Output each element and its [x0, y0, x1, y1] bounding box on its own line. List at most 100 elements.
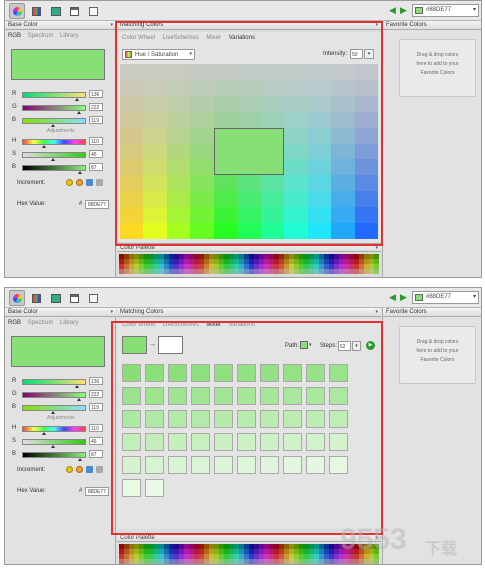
increment-large-button[interactable] [76, 466, 83, 473]
slider-knob[interactable] [75, 385, 79, 388]
slider-knob[interactable] [78, 171, 82, 174]
variation-swatch[interactable] [166, 191, 191, 208]
mixer-swatch[interactable] [145, 387, 164, 405]
mixer-swatch[interactable] [122, 433, 141, 451]
color-palette-strip[interactable] [119, 254, 380, 275]
variation-swatch[interactable] [190, 79, 215, 97]
slider-value[interactable]: 119 [89, 403, 103, 411]
variation-swatch[interactable] [213, 79, 238, 97]
mixer-swatch[interactable] [283, 387, 302, 405]
variation-swatch[interactable] [237, 111, 262, 129]
mixer-swatch[interactable] [191, 410, 210, 428]
variation-swatch[interactable] [120, 64, 144, 81]
mixer-swatch[interactable] [214, 433, 233, 451]
mixer-swatch[interactable] [237, 433, 256, 451]
variation-swatch[interactable] [260, 175, 285, 192]
variation-swatch[interactable] [143, 175, 168, 192]
mixer-swatch[interactable] [260, 456, 279, 474]
mixer-swatch[interactable] [283, 364, 302, 382]
variation-swatch[interactable] [260, 111, 285, 129]
slider-br[interactable]: B 87 [7, 450, 112, 461]
variation-swatch[interactable] [166, 127, 191, 145]
variation-swatch[interactable] [120, 111, 144, 129]
chevron-down-icon[interactable]: ▾ [110, 22, 113, 28]
slider-value[interactable]: 110 [89, 424, 103, 432]
variation-swatch[interactable] [120, 175, 144, 192]
variation-swatch[interactable] [260, 223, 285, 240]
variation-swatch[interactable] [190, 95, 215, 113]
variation-swatch[interactable] [120, 159, 144, 176]
mixer-swatch[interactable] [283, 433, 302, 451]
slider-value[interactable]: 222 [89, 390, 103, 398]
mixer-swatch[interactable] [237, 456, 256, 474]
variation-swatch[interactable] [284, 143, 309, 160]
variation-swatch[interactable] [143, 207, 168, 224]
variation-swatch[interactable] [331, 64, 356, 81]
slider-knob[interactable] [77, 398, 81, 401]
favorites-drop-zone[interactable]: Drag & drop colors here to add to your F… [399, 39, 476, 97]
mixer-swatch[interactable] [329, 364, 348, 382]
window-tool-button[interactable] [66, 290, 82, 306]
variation-swatch[interactable] [307, 111, 332, 129]
palette-swatch[interactable] [374, 269, 380, 275]
selected-variation[interactable] [213, 127, 285, 176]
variation-swatch[interactable] [213, 95, 238, 113]
slider-knob[interactable] [78, 458, 82, 461]
mixer-swatch[interactable] [260, 410, 279, 428]
variation-swatch[interactable] [237, 191, 262, 208]
mixer-swatch[interactable] [214, 410, 233, 428]
variation-swatch[interactable] [284, 159, 309, 176]
variation-swatch[interactable] [166, 79, 191, 97]
variation-swatch[interactable] [331, 95, 356, 113]
variation-swatch[interactable] [143, 111, 168, 129]
slider-knob[interactable] [42, 145, 46, 148]
variation-swatch[interactable] [213, 223, 238, 240]
variation-swatch[interactable] [190, 207, 215, 224]
variation-swatch[interactable] [143, 64, 168, 81]
variation-swatch[interactable] [120, 127, 144, 145]
variation-swatch[interactable] [260, 191, 285, 208]
slider-s[interactable]: S 46 [7, 150, 112, 161]
tab-rgb[interactable]: RGB [8, 33, 21, 39]
mixer-swatch[interactable] [237, 387, 256, 405]
arrow-up-icon[interactable] [86, 179, 93, 186]
mixer-swatch[interactable] [168, 387, 187, 405]
variation-swatch[interactable] [284, 207, 309, 224]
mixer-swatch[interactable] [260, 387, 279, 405]
slider-value[interactable]: 119 [89, 116, 103, 124]
slider-track[interactable] [22, 139, 86, 145]
tab-rgb[interactable]: RGB [8, 320, 21, 326]
variation-swatch[interactable] [307, 191, 332, 208]
variation-swatch[interactable] [284, 223, 309, 240]
variation-swatch[interactable] [166, 111, 191, 129]
mixer-swatch[interactable] [122, 387, 141, 405]
mixer-swatch[interactable] [145, 410, 164, 428]
tab-variations[interactable]: Variations [229, 322, 255, 328]
variation-swatch[interactable] [190, 223, 215, 240]
mixer-swatch[interactable] [191, 456, 210, 474]
mixer-swatch[interactable] [329, 433, 348, 451]
variation-swatch[interactable] [143, 79, 168, 97]
variation-swatch[interactable] [120, 143, 144, 160]
variation-swatch[interactable] [354, 143, 379, 160]
mixer-swatch[interactable] [214, 456, 233, 474]
palette-tool-button[interactable] [47, 290, 63, 306]
mixer-swatch[interactable] [145, 456, 164, 474]
slider-b[interactable]: B 119 [7, 116, 112, 127]
variation-swatch[interactable] [120, 207, 144, 224]
variation-swatch[interactable] [237, 95, 262, 113]
tab-spectrum[interactable]: Spectrum [28, 320, 54, 326]
slider-value[interactable]: 87 [89, 450, 103, 458]
variation-swatch[interactable] [284, 79, 309, 97]
slider-value[interactable]: 136 [89, 90, 103, 98]
mixer-swatch[interactable] [145, 479, 164, 497]
variation-swatch[interactable] [307, 95, 332, 113]
mixer-start-color[interactable] [122, 336, 147, 354]
mixer-swatch[interactable] [306, 410, 325, 428]
variation-swatch[interactable] [354, 191, 379, 208]
variation-swatch[interactable] [307, 159, 332, 176]
variation-swatch[interactable] [190, 175, 215, 192]
variation-swatch[interactable] [190, 191, 215, 208]
variation-swatch[interactable] [260, 64, 285, 81]
mixer-swatch[interactable] [283, 410, 302, 428]
